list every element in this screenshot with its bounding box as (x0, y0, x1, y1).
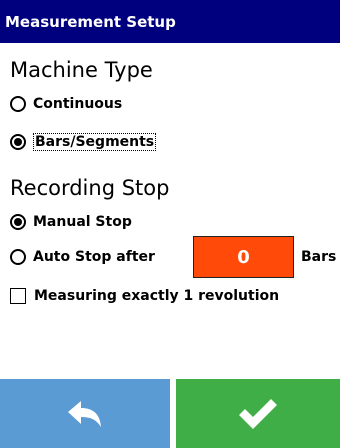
auto-stop-value: 0 (237, 246, 250, 268)
radio-continuous[interactable]: Continuous (10, 96, 122, 112)
confirm-button[interactable] (176, 379, 340, 448)
radio-manual-stop[interactable]: Manual Stop (10, 214, 132, 230)
checkmark-icon (239, 398, 277, 429)
back-arrow-icon (68, 400, 101, 427)
radio-auto-stop-label: Auto Stop after (33, 249, 155, 265)
radio-manual-stop-label: Manual Stop (33, 214, 132, 230)
window-title-bar: Measurement Setup (0, 0, 340, 43)
checkbox-exact-revolution-box[interactable] (10, 288, 26, 304)
radio-manual-stop-indicator[interactable] (10, 214, 26, 230)
radio-continuous-label: Continuous (33, 96, 123, 112)
auto-stop-unit: Bars (301, 249, 337, 265)
radio-auto-stop-indicator[interactable] (10, 249, 26, 265)
radio-bars-segments-label: Bars/Segments (33, 133, 157, 151)
back-button[interactable] (0, 379, 170, 448)
radio-continuous-indicator[interactable] (10, 96, 26, 112)
checkbox-exact-revolution-label: Measuring exactly 1 revolution (34, 288, 280, 304)
recording-stop-heading: Recording Stop (10, 176, 170, 200)
auto-stop-value-field[interactable]: 0 (193, 236, 294, 278)
radio-auto-stop[interactable]: Auto Stop after (10, 249, 155, 265)
checkbox-exact-revolution[interactable]: Measuring exactly 1 revolution (10, 288, 279, 304)
radio-bars-segments-indicator[interactable] (10, 134, 26, 150)
window-title: Measurement Setup (5, 12, 176, 31)
radio-bars-segments[interactable]: Bars/Segments (10, 133, 157, 151)
machine-type-heading: Machine Type (10, 58, 153, 82)
